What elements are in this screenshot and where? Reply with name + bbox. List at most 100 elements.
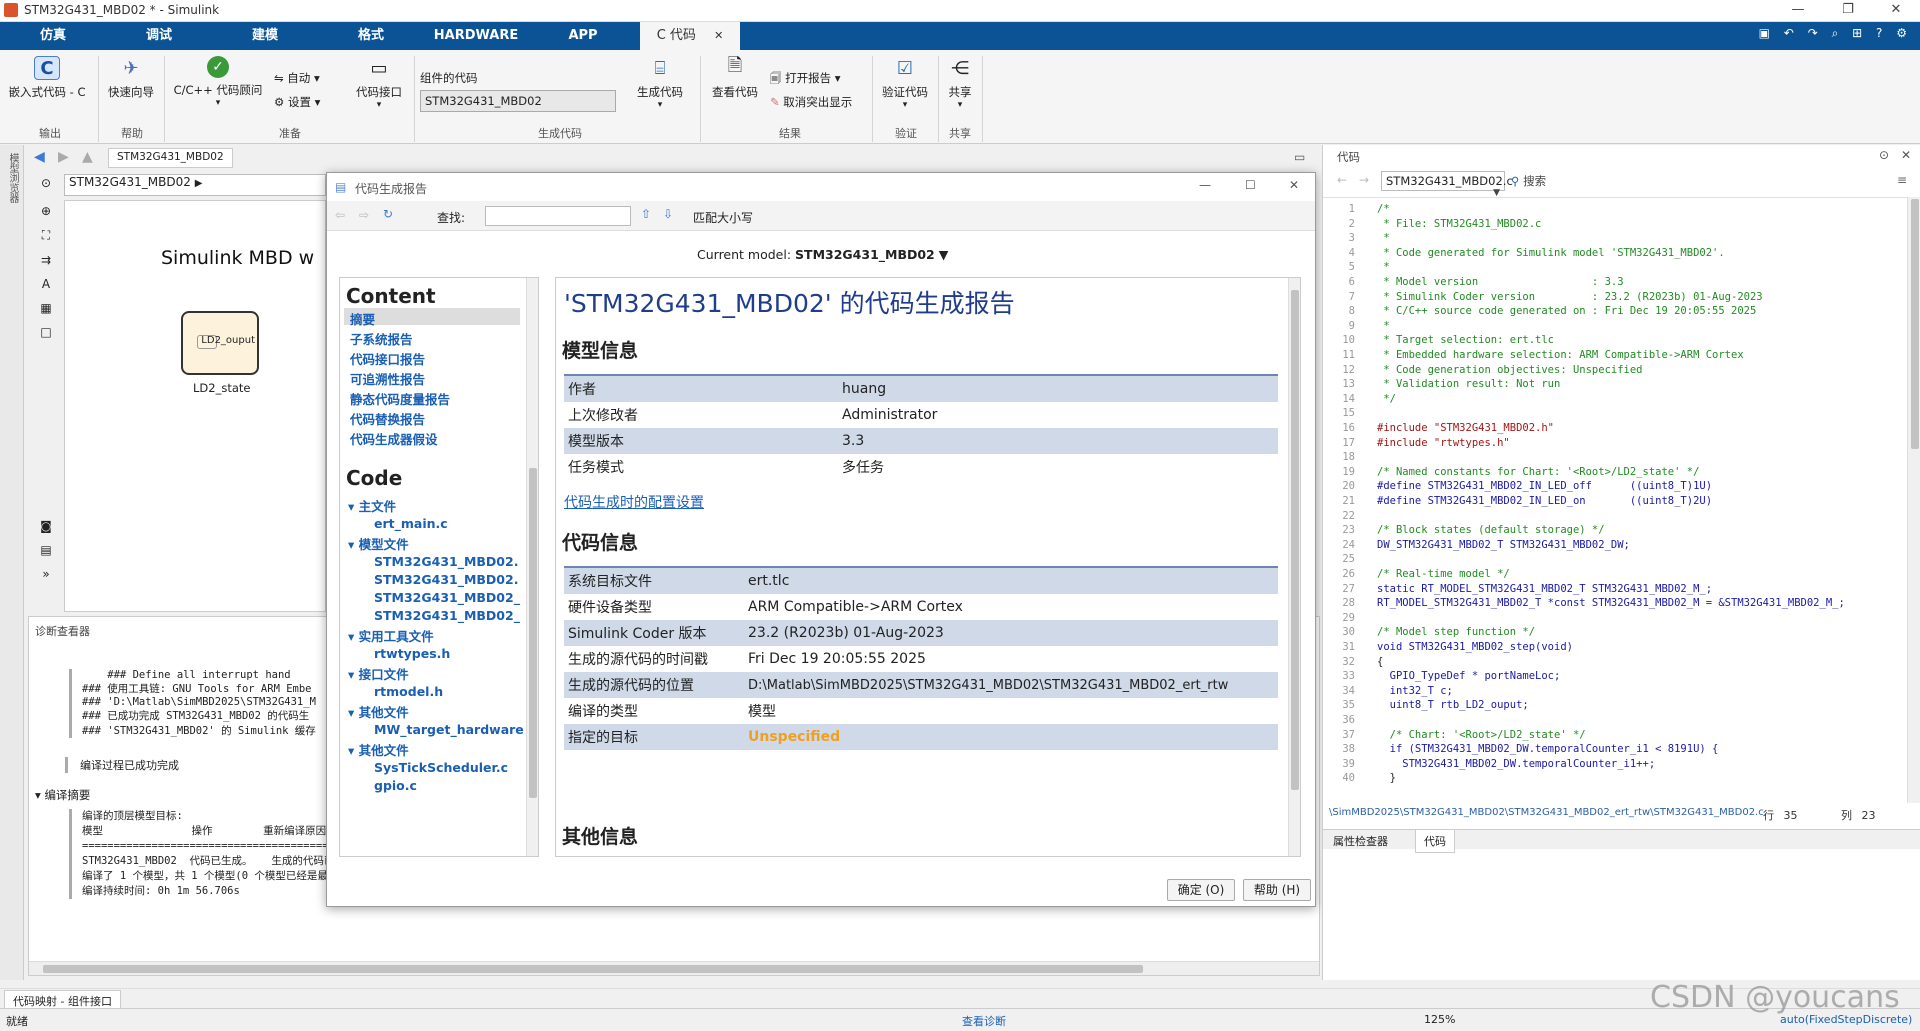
toc-static-metrics-report[interactable]: 静态代码度量报告 (350, 389, 450, 408)
up-arrow-icon[interactable]: ▲ (82, 149, 93, 165)
camera-icon[interactable]: ◙ (28, 519, 64, 533)
area-icon[interactable]: □ (28, 325, 64, 339)
generate-code-button[interactable]: ⌸ 生成代码 ▾ (630, 56, 690, 111)
refresh-icon[interactable]: ↻ (383, 207, 393, 221)
open-report-button[interactable]: 🗐 打开报告 ▾ (770, 70, 841, 90)
file-link[interactable]: SysTickScheduler.c (374, 760, 508, 775)
toc-traceability-report[interactable]: 可追溯性报告 (350, 369, 425, 388)
tab-property-inspector[interactable]: 属性检查器 (1333, 833, 1388, 849)
current-model-selector[interactable]: Current model: STM32G431_MBD02 ▼ (697, 247, 948, 262)
chart-block[interactable]: LD2_ouput (181, 311, 259, 375)
tab-c-code[interactable]: C 代码 ✕ (640, 22, 740, 50)
toc-assumptions[interactable]: 代码生成器假设 (350, 429, 438, 448)
toc-summary[interactable]: 摘要 (350, 309, 375, 328)
help-button[interactable]: 帮助 (H) (1243, 879, 1311, 901)
properties-icon[interactable]: ▤ (28, 543, 64, 557)
find-previous-icon[interactable]: ⇧ (641, 207, 651, 221)
settings-icon[interactable]: ⚙ (1896, 26, 1907, 40)
horizontal-scrollbar[interactable] (29, 961, 1319, 975)
file-link[interactable]: STM32G431_MBD02_ (374, 590, 520, 605)
tab-simulation[interactable]: 仿真 (22, 22, 84, 50)
annotation-icon[interactable]: A (28, 277, 64, 291)
tree-group[interactable]: ▾ 其他文件 (348, 702, 409, 721)
view-diagnostics-link[interactable]: 查看诊断 (962, 1013, 1006, 1029)
file-link[interactable]: ert_main.c (374, 516, 448, 531)
undo-icon[interactable]: ↶ (1784, 26, 1794, 40)
back-arrow-icon[interactable]: ← (1337, 173, 1347, 187)
file-link[interactable]: rtwtypes.h (374, 646, 450, 661)
summary-header[interactable]: ▾ 编译摘要 (35, 787, 90, 803)
component-code-field[interactable]: STM32G431_MBD02 (420, 90, 616, 112)
close-icon[interactable]: ✕ (1878, 2, 1914, 17)
tree-group[interactable]: ▾ 主文件 (348, 496, 396, 515)
tab-code[interactable]: 代码 (1415, 830, 1455, 853)
tab-format[interactable]: 格式 (340, 22, 402, 50)
code-advisor-button[interactable]: ✓ C/C++ 代码顾问 ▾ (168, 56, 268, 108)
forward-arrow-icon[interactable]: ▶ (58, 149, 69, 165)
expand-icon[interactable]: » (28, 567, 64, 581)
hide-icon[interactable]: ⊙ (28, 176, 64, 190)
scrollbar-thumb[interactable] (1291, 290, 1299, 790)
model-tab[interactable]: STM32G431_MBD02 (108, 148, 233, 168)
close-icon[interactable]: ✕ (1901, 148, 1911, 162)
file-link[interactable]: rtmodel.h (374, 684, 443, 699)
scrollbar-thumb[interactable] (43, 965, 1143, 973)
forward-arrow-icon[interactable]: → (1359, 173, 1369, 187)
menu-icon[interactable]: ≡ (1897, 173, 1907, 187)
find-next-icon[interactable]: ⇩ (663, 207, 673, 221)
code-scrollbar[interactable] (1907, 197, 1920, 803)
arrow-icon[interactable]: ⇉ (28, 253, 64, 267)
code-search-input[interactable]: ⚲ 搜索 (1507, 171, 1851, 191)
ok-button[interactable]: 确定 (O) (1167, 879, 1235, 901)
settings-button[interactable]: ⚙ 设置 ▾ (274, 94, 320, 110)
tab-app[interactable]: APP (552, 22, 614, 50)
file-link[interactable]: STM32G431_MBD02. (374, 572, 518, 587)
quick-start-button[interactable]: ✈ 快速向导 (102, 56, 160, 100)
help-icon[interactable]: ⊙ (1879, 148, 1889, 162)
report-scrollbar[interactable] (1288, 278, 1300, 856)
zoom-icon[interactable]: ⊕ (28, 204, 64, 218)
fit-view-icon[interactable]: ⛶ (28, 228, 64, 243)
close-icon[interactable]: ✕ (1289, 178, 1299, 192)
save-icon[interactable]: ▣ (1759, 26, 1770, 40)
scrollbar-thumb[interactable] (529, 468, 537, 798)
embedded-coder-button[interactable]: C 嵌入式代码 - C (4, 56, 90, 100)
config-settings-link[interactable]: 代码生成时的配置设置 (564, 492, 704, 512)
tab-modeling[interactable]: 建模 (234, 22, 296, 50)
search-icon[interactable]: ⌕ (1832, 26, 1839, 40)
remove-highlight-button[interactable]: ✎ 取消突出显示 (770, 94, 852, 110)
tree-group[interactable]: ▾ 其他文件 (348, 740, 409, 759)
auto-button[interactable]: ⇋ 自动 ▾ (274, 70, 320, 86)
maximize-icon[interactable]: ☐ (1245, 178, 1256, 192)
view-icon[interactable]: ⊞ (1852, 26, 1862, 40)
code-interface-button[interactable]: ▭ 代码接口 ▾ (348, 56, 410, 111)
tab-hardware[interactable]: HARDWARE (430, 22, 522, 50)
file-link[interactable]: STM32G431_MBD02_ (374, 608, 520, 623)
file-link[interactable]: MW_target_hardware (374, 722, 524, 737)
image-icon[interactable]: ▦ (28, 301, 64, 315)
toc-subsystem-report[interactable]: 子系统报告 (350, 329, 413, 348)
breadcrumb[interactable]: STM32G431_MBD02 ▶ (64, 174, 326, 196)
share-button[interactable]: ⋲ 共享 ▾ (942, 56, 978, 111)
toc-code-interface-report[interactable]: 代码接口报告 (350, 349, 425, 368)
match-case-option[interactable]: 匹配大小写 (693, 209, 753, 226)
minimize-icon[interactable]: — (1780, 2, 1816, 17)
toc-replacement-report[interactable]: 代码替换报告 (350, 409, 425, 428)
redo-icon[interactable]: ↷ (1808, 26, 1818, 40)
file-link[interactable]: STM32G431_MBD02. (374, 554, 518, 569)
view-code-button[interactable]: 🗎 查看代码 (706, 55, 764, 100)
tree-group[interactable]: ▾ 模型文件 (348, 534, 409, 553)
model-browser-strip[interactable]: 模型浏览器 (0, 145, 24, 980)
file-link[interactable]: gpio.c (374, 778, 417, 793)
tree-group[interactable]: ▾ 实用工具文件 (348, 626, 434, 645)
tree-group[interactable]: ▾ 接口文件 (348, 664, 409, 683)
forward-arrow-icon[interactable]: ⇨ (359, 208, 369, 222)
maximize-icon[interactable]: ❐ (1830, 2, 1866, 17)
file-select[interactable]: STM32G431_MBD02.c ▼ (1381, 171, 1513, 198)
model-canvas[interactable]: Simulink MBD w LD2_ouput LD2_state (64, 200, 326, 612)
back-arrow-icon[interactable]: ⇦ (335, 208, 345, 222)
back-arrow-icon[interactable]: ◀ (34, 149, 45, 165)
panel-icon[interactable]: ▭ (1294, 150, 1305, 164)
verify-code-button[interactable]: ☑ 验证代码 ▾ (876, 56, 934, 111)
tab-close-icon[interactable]: ✕ (714, 29, 723, 42)
